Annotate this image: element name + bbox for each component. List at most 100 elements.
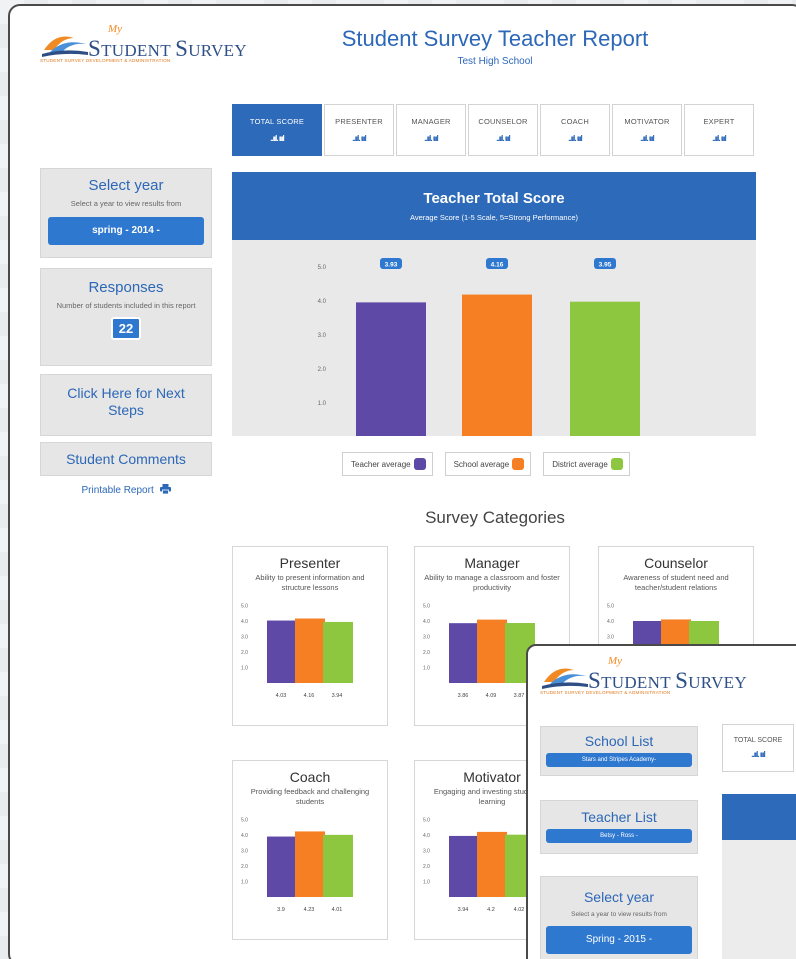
tab-motivator[interactable]: MOTIVATOR ..ııl. ıııl bbox=[612, 104, 682, 156]
survey-categories-title: Survey Categories bbox=[425, 508, 565, 527]
bar bbox=[477, 831, 507, 897]
y-tick-label: 4.0 bbox=[607, 619, 614, 625]
overlay-report-window: My STUDENT SURVEY STUDENT SURVEY DEVELOP… bbox=[526, 644, 796, 959]
printer-icon bbox=[159, 484, 171, 495]
teacher-list-dropdown[interactable]: Betsy - Ross - bbox=[546, 829, 692, 843]
overlay-year-dropdown[interactable]: Spring - 2015 - bbox=[546, 926, 692, 954]
overlay-select-year-desc: Select a year to view results from bbox=[571, 911, 667, 918]
bar bbox=[295, 831, 325, 897]
value-label: 4.23 bbox=[304, 907, 315, 913]
bar bbox=[267, 836, 297, 897]
card-coach[interactable]: Coach Providing feedback and challenging… bbox=[232, 760, 388, 940]
overlay-chart-header bbox=[722, 794, 796, 840]
student-comments-button[interactable]: Student Comments bbox=[40, 442, 212, 476]
bar bbox=[323, 834, 353, 897]
y-tick-label: 5.0 bbox=[241, 818, 248, 824]
y-tick-label: 4.0 bbox=[423, 619, 430, 625]
teacher-list-title: Teacher List bbox=[581, 809, 657, 825]
overlay-tab-total-score[interactable]: TOTAL SCORE ..ııl. ıııl bbox=[722, 724, 794, 772]
y-tick-label: 2.0 bbox=[318, 367, 327, 373]
page-title: Student Survey Teacher Report bbox=[341, 26, 649, 51]
overlay-student-survey-logo[interactable]: My STUDENT SURVEY STUDENT SURVEY DEVELOP… bbox=[540, 654, 747, 698]
value-label: 3.94 bbox=[458, 907, 469, 913]
responses-panel: Responses Number of students included in… bbox=[40, 268, 212, 366]
bar-school-average bbox=[462, 294, 532, 436]
logo-tagline: STUDENT SURVEY DEVELOPMENT & ADMINISTRAT… bbox=[40, 58, 171, 63]
tab-counselor[interactable]: COUNSELOR ..ııl. ıııl bbox=[468, 104, 538, 156]
value-label: 4.16 bbox=[304, 693, 315, 699]
value-label: 3.86 bbox=[458, 693, 469, 699]
y-tick-label: 1.0 bbox=[241, 880, 248, 886]
bar-chart-icon: ..ııl. ıııl bbox=[712, 134, 726, 143]
y-tick-label: 4.0 bbox=[241, 833, 248, 839]
legend-teacher-average[interactable]: Teacher average bbox=[342, 452, 433, 476]
legend-swatch-district bbox=[610, 458, 623, 470]
value-label: 4.01 bbox=[332, 907, 343, 913]
value-label: 4.03 bbox=[276, 693, 287, 699]
student-survey-logo[interactable]: My STUDENT SURVEY STUDENT SURVEY DEVELOP… bbox=[40, 22, 247, 64]
data-label: 3.95 bbox=[599, 262, 612, 269]
bar-chart-icon: ..ııl. ıııl bbox=[496, 134, 510, 143]
legend-school-average[interactable]: School average bbox=[444, 452, 532, 476]
y-tick-label: 1.0 bbox=[423, 666, 430, 672]
y-tick-label: 3.0 bbox=[423, 635, 430, 641]
bar-chart-icon: ..ııl. ıııl bbox=[640, 134, 654, 143]
bar bbox=[295, 618, 325, 683]
bar-chart-icon: ..ııl. ıııl bbox=[568, 134, 582, 143]
overlay-select-year-panel: Select year Select a year to view result… bbox=[540, 876, 698, 959]
student-comments-label: Student Comments bbox=[66, 451, 186, 467]
card-presenter[interactable]: Presenter Ability to present information… bbox=[232, 546, 388, 726]
coach-chart: 5.0 4.0 3.0 2.0 1.0 3.9 4.23 4.01 bbox=[241, 818, 353, 913]
bar-district-average bbox=[570, 301, 640, 436]
bar bbox=[449, 623, 479, 683]
bar bbox=[477, 619, 507, 683]
y-tick-label: 3.0 bbox=[241, 635, 248, 641]
y-tick-label: 4.0 bbox=[241, 619, 248, 625]
y-tick-label: 4.0 bbox=[423, 833, 430, 839]
tab-presenter[interactable]: PRESENTER ..ııl. ıııl bbox=[324, 104, 394, 156]
y-tick-label: 5.0 bbox=[241, 604, 248, 610]
bar bbox=[267, 620, 297, 683]
value-label: 4.2 bbox=[487, 907, 495, 913]
school-list-panel: School List Stars and Stripes Academy- bbox=[540, 726, 698, 776]
legend-swatch-school bbox=[512, 458, 525, 470]
bar-teacher-average bbox=[356, 302, 426, 436]
value-label: 3.94 bbox=[332, 693, 343, 699]
y-tick-label: 3.0 bbox=[423, 849, 430, 855]
y-tick-label: 1.0 bbox=[241, 666, 248, 672]
next-steps-label: Click Here for Next Steps bbox=[67, 385, 185, 418]
school-list-dropdown[interactable]: Stars and Stripes Academy- bbox=[546, 753, 692, 767]
bar-chart-icon: ..ııl. ıııl bbox=[352, 134, 366, 143]
chart-title: Teacher Total Score bbox=[423, 190, 565, 207]
data-label: 4.16 bbox=[491, 262, 504, 269]
logo-wave-icon bbox=[42, 36, 88, 57]
chart-subtitle: Average Score (1-5 Scale, 5=Strong Perfo… bbox=[409, 213, 579, 222]
legend-swatch-teacher bbox=[413, 458, 426, 470]
y-tick-label: 3.0 bbox=[241, 849, 248, 855]
tab-expert[interactable]: EXPERT ..ııl. ıııl bbox=[684, 104, 754, 156]
logo-my: My bbox=[608, 655, 623, 667]
legend-district-average[interactable]: District average bbox=[543, 452, 630, 476]
y-tick-label: 3.0 bbox=[607, 635, 614, 641]
logo-tagline: STUDENT SURVEY DEVELOPMENT & ADMINISTRAT… bbox=[540, 690, 671, 695]
teacher-list-panel: Teacher List Betsy - Ross - bbox=[540, 800, 698, 854]
select-year-panel: Select year Select a year to view result… bbox=[40, 168, 212, 258]
bar bbox=[449, 835, 479, 897]
tab-manager[interactable]: MANAGER ..ııl. ıııl bbox=[396, 104, 466, 156]
responses-desc: Number of students included in this repo… bbox=[56, 301, 196, 310]
y-tick-label: 1.0 bbox=[423, 880, 430, 886]
bar-chart-icon: ..ııl. ıııl bbox=[424, 134, 438, 143]
value-label: 3.87 bbox=[514, 693, 525, 699]
tab-coach[interactable]: COACH ..ııl. ıııl bbox=[540, 104, 610, 156]
category-tabs: TOTAL SCORE ..ııl. ıııl PRESENTER ..ııl.… bbox=[232, 104, 754, 156]
tab-total-score[interactable]: TOTAL SCORE ..ııl. ıııl bbox=[232, 104, 322, 156]
next-steps-button[interactable]: Click Here for Next Steps bbox=[40, 374, 212, 436]
printable-report-link[interactable]: Printable Report bbox=[40, 484, 212, 496]
year-dropdown[interactable]: spring - 2014 - bbox=[48, 217, 204, 245]
responses-title: Responses bbox=[88, 279, 164, 296]
select-year-desc: Select a year to view results from bbox=[70, 199, 182, 208]
school-list-title: School List bbox=[584, 733, 654, 749]
select-year-title: Select year bbox=[88, 177, 164, 194]
y-tick-label: 1.0 bbox=[318, 401, 327, 407]
y-tick-label: 2.0 bbox=[423, 864, 430, 870]
